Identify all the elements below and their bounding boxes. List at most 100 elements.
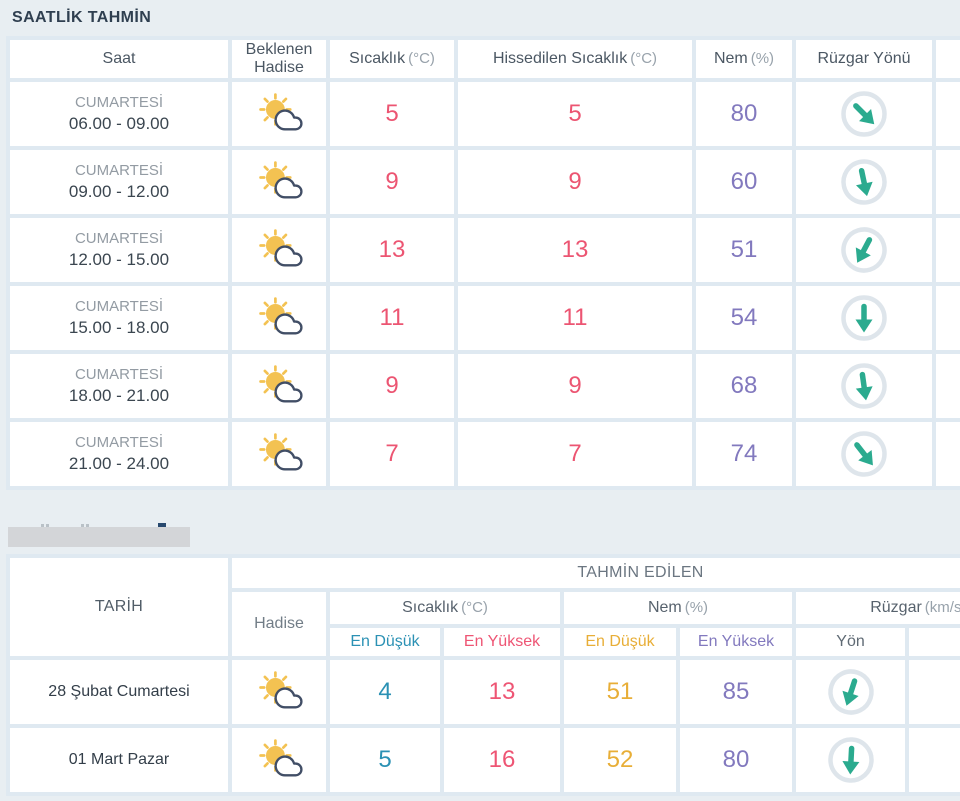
obscured-section-title: [8, 527, 308, 547]
humidity-value: 54: [696, 286, 792, 350]
time-range: 09.00 - 12.00: [10, 182, 228, 202]
feels-like-value: 7: [458, 422, 692, 486]
day-label: CUMARTESİ: [10, 162, 228, 179]
page-title: SAATLİK TAHMİN: [12, 8, 960, 27]
feels-like-value: 9: [458, 354, 692, 418]
feels-like-value: 5: [458, 82, 692, 146]
wind-speed-value: 13: [909, 660, 960, 724]
col-tahmin-edilen: TAHMİN EDİLEN: [232, 558, 960, 588]
daily-header-row-1: TARİH TAHMİN EDİLEN: [10, 558, 960, 588]
section-title-placeholder-bar: [8, 527, 190, 547]
hourly-row: CUMARTESİ 06.00 - 09.00 5 5 80: [10, 82, 960, 146]
truncated-cell: [936, 218, 960, 282]
time-slot-cell: CUMARTESİ 15.00 - 18.00: [10, 286, 228, 350]
day-label: CUMARTESİ: [10, 366, 228, 383]
time-range: 18.00 - 21.00: [10, 386, 228, 406]
humidity-value: 51: [696, 218, 792, 282]
time-slot-cell: CUMARTESİ 06.00 - 09.00: [10, 82, 228, 146]
col-group-sicaklik: Sıcaklık(°C): [330, 592, 560, 624]
partly-cloudy-icon: [252, 91, 306, 137]
hourly-row: CUMARTESİ15.00 - 18.00 11 11 54: [10, 286, 960, 350]
daily-row: 01 Mart Pazar 5 16 52 80 11: [10, 728, 960, 792]
day-label: CUMARTESİ: [10, 94, 228, 111]
temperature-value: 9: [330, 150, 454, 214]
hourly-row: CUMARTESİ 09.00 - 12.00 9 9 60: [10, 150, 960, 214]
temperature-value: 13: [330, 218, 454, 282]
text-artifact-dot: [81, 524, 84, 527]
col-ruzgar-yonu: Rüzgar Yönü: [796, 40, 932, 78]
date-cell: 28 Şubat Cumartesi: [10, 660, 228, 724]
col-wind-dir: Yön: [796, 628, 905, 656]
partly-cloudy-icon: [252, 227, 306, 273]
text-artifact-dot: [41, 524, 44, 527]
time-slot-cell: CUMARTESİ 09.00 - 12.00: [10, 150, 228, 214]
truncated-cell: [936, 286, 960, 350]
truncated-cell: [936, 354, 960, 418]
time-range: 12.00 - 15.00: [10, 250, 228, 270]
weather-forecast-page: SAATLİK TAHMİN Saat Beklenen Hadise Sıca…: [0, 8, 960, 801]
col-group-ruzgar: Rüzgar(km/sa): [796, 592, 960, 624]
hum-max-value: 85: [680, 660, 792, 724]
temp-min-value: 5: [330, 728, 440, 792]
col-temp-max: En Yüksek: [444, 628, 560, 656]
time-range: 15.00 - 18.00: [10, 318, 228, 338]
time-slot-cell: CUMARTESİ 18.00 - 21.00: [10, 354, 228, 418]
day-label: CUMARTESİ: [10, 230, 228, 247]
partly-cloudy-icon: [252, 737, 306, 783]
wind-direction-icon: [830, 82, 898, 146]
temperature-value: 5: [330, 82, 454, 146]
col-group-nem: Nem(%): [564, 592, 792, 624]
date-cell: 01 Mart Pazar: [10, 728, 228, 792]
temperature-value: 7: [330, 422, 454, 486]
truncated-cell: [936, 150, 960, 214]
truncated-cell: [936, 422, 960, 486]
col-saat: Saat: [10, 40, 228, 78]
time-range: 06.00 - 09.00: [10, 114, 228, 134]
col-hadise: Hadise: [232, 592, 326, 656]
col-truncated: [936, 40, 960, 78]
humidity-value: 80: [696, 82, 792, 146]
col-sicaklik: Sıcaklık(°C): [330, 40, 454, 78]
partly-cloudy-icon: [252, 295, 306, 341]
hum-min-value: 51: [564, 660, 676, 724]
time-slot-cell: CUMARTESİ 21.00 - 24.00: [10, 422, 228, 486]
wind-direction-icon: [830, 422, 897, 486]
wind-direction-icon: [825, 735, 875, 785]
partly-cloudy-icon: [252, 159, 306, 205]
temperature-value: 9: [330, 354, 454, 418]
text-artifact-dot: [86, 524, 89, 527]
col-tarih: TARİH: [10, 558, 228, 656]
hourly-row: CUMARTESİ 18.00 - 21.00 9 9 68: [10, 354, 960, 418]
partly-cloudy-icon: [252, 363, 306, 409]
wind-direction-icon: [820, 662, 880, 722]
hourly-row: CUMARTESİ 12.00 - 15.00 13 13 51: [10, 218, 960, 282]
partly-cloudy-icon: [252, 431, 306, 477]
humidity-value: 68: [696, 354, 792, 418]
hourly-forecast-table: Saat Beklenen Hadise Sıcaklık(°C) Hissed…: [6, 36, 960, 490]
hourly-row: CUMARTESİ 21.00 - 24.00 7 7 74: [10, 422, 960, 486]
col-nem: Nem(%): [696, 40, 792, 78]
col-hum-max: En Yüksek: [680, 628, 792, 656]
temperature-value: 11: [330, 286, 454, 350]
wind-direction-icon: [832, 218, 897, 282]
humidity-value: 60: [696, 150, 792, 214]
col-beklenen-hadise: Beklenen Hadise: [232, 40, 326, 78]
col-hum-min: En Düşük: [564, 628, 676, 656]
daily-forecast-table: TARİH TAHMİN EDİLEN Hadise Sıcaklık(°C) …: [6, 554, 960, 796]
feels-like-value: 13: [458, 218, 692, 282]
temp-min-value: 4: [330, 660, 440, 724]
wind-direction-icon: [837, 359, 891, 413]
humidity-value: 74: [696, 422, 792, 486]
wind-speed-value: 11: [909, 728, 960, 792]
temp-max-value: 16: [444, 728, 560, 792]
daily-row: 28 Şubat Cumartesi 4 13 51 85 13: [10, 660, 960, 724]
col-temp-min: En Düşük: [330, 628, 440, 656]
col-wind-speed: Hız: [909, 628, 960, 656]
hum-min-value: 52: [564, 728, 676, 792]
time-range: 21.00 - 24.00: [10, 454, 228, 474]
day-label: CUMARTESİ: [10, 434, 228, 451]
col-hissedilen-sicaklik: Hissedilen Sıcaklık(°C): [458, 40, 692, 78]
day-label: CUMARTESİ: [10, 298, 228, 315]
feels-like-value: 9: [458, 150, 692, 214]
truncated-cell: [936, 82, 960, 146]
